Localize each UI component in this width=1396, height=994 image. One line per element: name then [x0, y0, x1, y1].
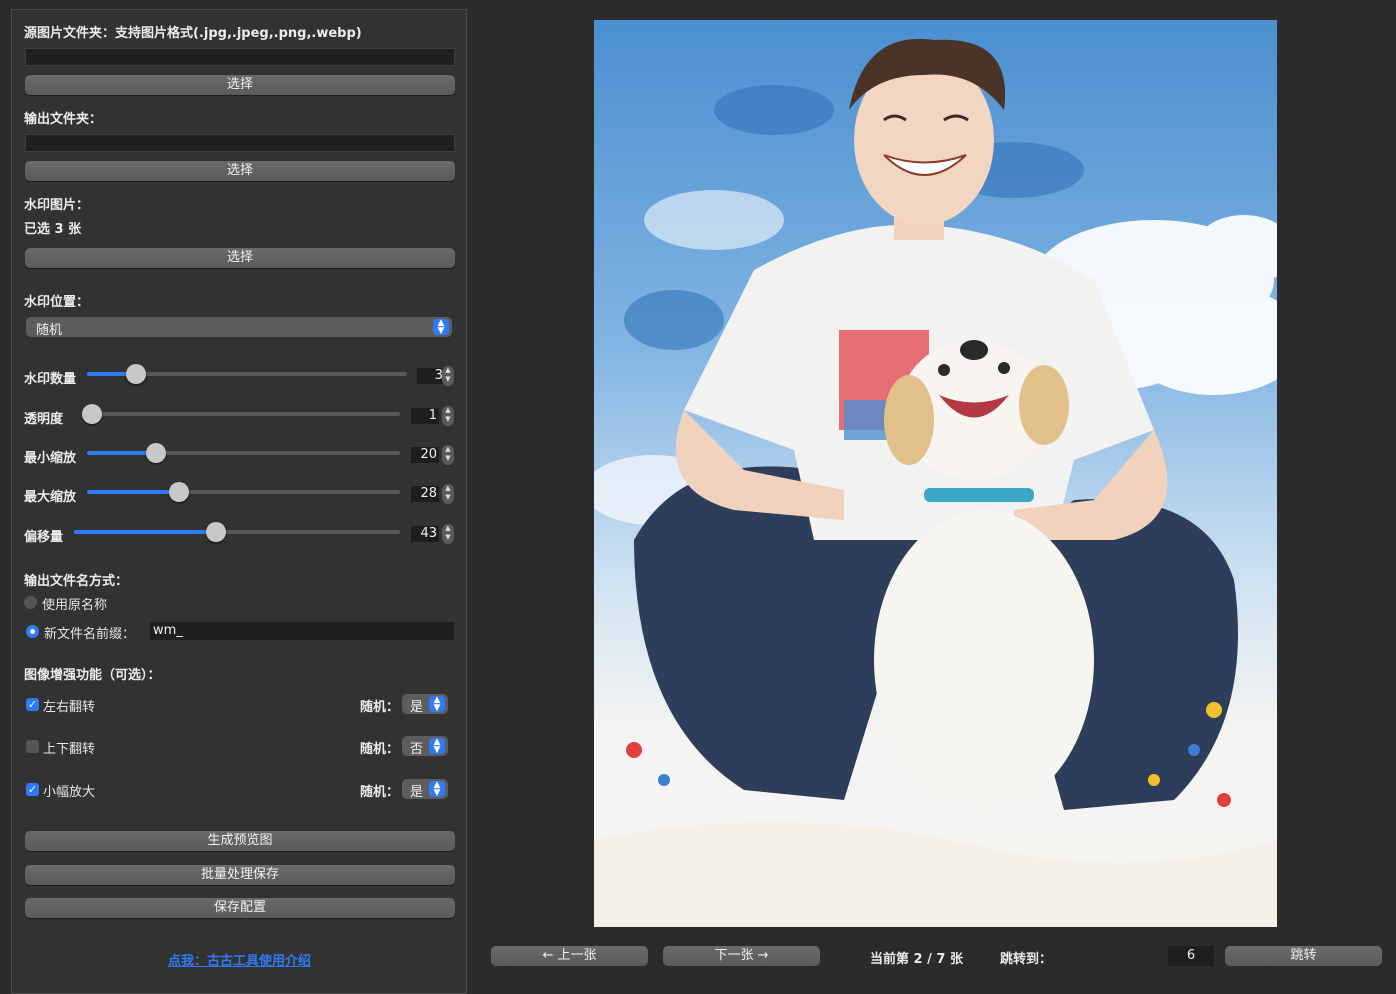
watermark-position-label: 水印位置：: [24, 295, 90, 310]
offset-slider-thumb[interactable]: [206, 522, 226, 542]
slight-zoom-random-select[interactable]: 是 ▲ ▼: [402, 779, 448, 800]
opacity-value[interactable]: 1: [411, 408, 439, 424]
flip-horizontal-checkbox[interactable]: ✓: [26, 698, 39, 711]
chevron-updown-icon: ▲ ▼: [429, 781, 445, 798]
count-value[interactable]: 3: [417, 368, 445, 384]
watermark-position-select[interactable]: 随机 ▲ ▼: [26, 317, 452, 338]
page-status: 当前第 2 / 7 张: [870, 952, 963, 967]
chevron-updown-icon: ▲ ▼: [429, 696, 445, 713]
opacity-slider[interactable]: [82, 404, 400, 424]
chevron-updown-icon: ▲ ▼: [429, 738, 445, 755]
offset-stepper[interactable]: ▲ ▼: [442, 524, 454, 544]
jump-page-input[interactable]: 6: [1168, 946, 1214, 966]
jump-to-label: 跳转到：: [1000, 952, 1053, 967]
flip-horizontal-random-select[interactable]: 是 ▲ ▼: [402, 694, 448, 715]
min-scale-value[interactable]: 20: [411, 447, 439, 463]
min-scale-stepper[interactable]: ▲ ▼: [442, 445, 454, 465]
chevron-updown-icon: ▲ ▼: [433, 319, 449, 336]
slight-zoom-random-value: 是: [410, 785, 424, 800]
slider-label-offset: 偏移量: [24, 530, 64, 545]
count-slider-thumb[interactable]: [126, 364, 146, 384]
prefix-input[interactable]: wm_: [150, 622, 454, 640]
flip-vertical-checkbox[interactable]: [26, 740, 39, 753]
slider-label-min-scale: 最小缩放: [24, 451, 77, 466]
batch-process-button[interactable]: 批量处理保存: [25, 865, 455, 885]
flip-vertical-label: 上下翻转: [43, 742, 96, 757]
min-scale-slider[interactable]: [87, 443, 400, 463]
watermark-image-choose-button[interactable]: 选择: [25, 248, 455, 268]
slight-zoom-label: 小幅放大: [43, 785, 96, 800]
slight-zoom-checkbox[interactable]: ✓: [26, 783, 39, 796]
offset-slider-fill: [74, 530, 216, 534]
max-scale-slider[interactable]: [87, 482, 400, 502]
flip-horizontal-label: 左右翻转: [43, 700, 96, 715]
output-folder-label: 输出文件夹：: [24, 112, 103, 127]
flip-vertical-random-value: 否: [410, 742, 424, 757]
help-link[interactable]: 点我：古古工具使用介绍: [168, 950, 311, 969]
offset-slider[interactable]: [74, 522, 400, 542]
min-scale-slider-thumb[interactable]: [146, 443, 166, 463]
preview-image: [594, 20, 1277, 927]
source-folder-field[interactable]: [25, 48, 455, 66]
max-scale-slider-thumb[interactable]: [169, 482, 189, 502]
offset-value[interactable]: 43: [411, 526, 439, 542]
next-image-button[interactable]: 下一张 →: [663, 946, 820, 966]
watermark-selected-count: 已选 3 张: [24, 222, 82, 237]
radio-original-name-label: 使用原名称: [42, 598, 108, 613]
preview-illustration: [594, 38, 1277, 927]
slider-label-max-scale: 最大缩放: [24, 490, 77, 505]
source-folder-label: 源图片文件夹：支持图片格式(.jpg,.jpeg,.png,.webp): [24, 26, 362, 41]
generate-preview-button[interactable]: 生成预览图: [25, 831, 455, 851]
filename-mode-label: 输出文件名方式：: [24, 574, 129, 589]
radio-new-prefix[interactable]: [26, 625, 39, 638]
radio-new-prefix-label: 新文件名前缀：: [44, 627, 136, 642]
output-folder-field[interactable]: [25, 134, 455, 152]
jump-button[interactable]: 跳转: [1225, 946, 1382, 966]
flip-vertical-random-select[interactable]: 否 ▲ ▼: [402, 736, 448, 757]
max-scale-slider-fill: [87, 490, 179, 494]
flip-vertical-random-label: 随机：: [360, 742, 400, 757]
enhance-label: 图像增强功能（可选）：: [24, 668, 161, 683]
radio-original-name[interactable]: [24, 596, 37, 609]
slight-zoom-random-label: 随机：: [360, 785, 400, 800]
count-slider[interactable]: [87, 364, 407, 384]
save-config-button[interactable]: 保存配置: [25, 898, 455, 918]
settings-panel: 源图片文件夹：支持图片格式(.jpg,.jpeg,.png,.webp) 选择 …: [11, 9, 467, 994]
prev-image-button[interactable]: ← 上一张: [491, 946, 648, 966]
watermark-position-value: 随机: [36, 323, 63, 338]
output-folder-choose-button[interactable]: 选择: [25, 161, 455, 181]
max-scale-stepper[interactable]: ▲ ▼: [442, 484, 454, 504]
max-scale-value[interactable]: 28: [411, 486, 439, 502]
flip-horizontal-random-label: 随机：: [360, 700, 400, 715]
watermark-image-label: 水印图片：: [24, 198, 90, 213]
count-stepper[interactable]: ▲ ▼: [442, 366, 454, 386]
source-folder-choose-button[interactable]: 选择: [25, 75, 455, 95]
flip-horizontal-random-value: 是: [410, 700, 424, 715]
opacity-stepper[interactable]: ▲ ▼: [442, 406, 454, 426]
slider-label-count: 水印数量: [24, 372, 77, 387]
slider-label-opacity: 透明度: [24, 412, 64, 427]
opacity-slider-thumb[interactable]: [82, 404, 102, 424]
